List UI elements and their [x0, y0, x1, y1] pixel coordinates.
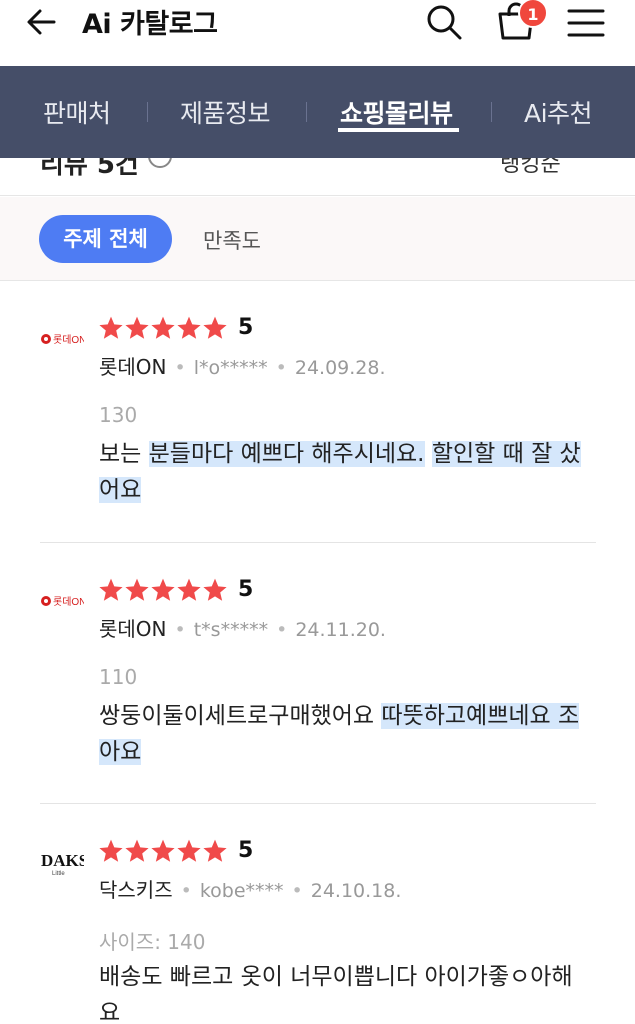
lotte-on-logo: 롯데ON [40, 589, 86, 613]
rating-stars [98, 315, 228, 341]
tab-divider [147, 102, 148, 122]
topic-filter-bar: 주제 전체 만족도 [0, 197, 635, 281]
rating-score: 5 [238, 315, 254, 340]
star-icon [177, 578, 201, 601]
purchase-option: 110 [99, 665, 138, 689]
meta-separator: • [174, 619, 186, 641]
star-icon [203, 316, 227, 339]
star-icon [125, 839, 149, 862]
rating-score: 5 [238, 577, 254, 602]
meta-separator: • [276, 619, 288, 641]
star-icon [151, 316, 175, 339]
app-title: Ai 카탈로그 [82, 9, 218, 40]
review-divider [40, 803, 596, 804]
store-name: 롯데ON [99, 355, 167, 379]
meta-separator: • [291, 880, 303, 902]
review-summary-row: 리뷰 5건 랭킹순 [0, 158, 635, 196]
tab-divider [306, 102, 307, 122]
sort-selector[interactable]: 랭킹순 [500, 158, 561, 178]
hamburger-menu-icon[interactable] [566, 6, 606, 40]
filter-chip-all-topics[interactable]: 주제 전체 [39, 215, 172, 263]
review-text: 배송도 빠르고 옷이 너무이쁩니다 아이가좋ㅇ아해요 [99, 959, 589, 1024]
star-icon [177, 839, 201, 862]
review-meta: 닥스키즈 • kobe**** • 24.10.18. [99, 874, 401, 903]
lotte-on-logo: 롯데ON [40, 327, 86, 351]
star-icon [99, 316, 123, 339]
purchase-option: 130 [99, 403, 138, 427]
star-icon [177, 316, 201, 339]
review-date: 24.11.20. [295, 619, 386, 641]
highlighted-phrase: 분들마다 예쁘다 해주시네요. [148, 441, 425, 467]
review-meta: 롯데ON • l*o***** • 24.09.28. [99, 351, 386, 380]
meta-separator: • [275, 357, 287, 379]
review-divider [40, 542, 596, 543]
review-date: 24.10.18. [310, 880, 402, 902]
store-name: 롯데ON [99, 617, 167, 641]
star-icon [99, 578, 123, 601]
rating-stars [98, 838, 228, 864]
search-icon[interactable] [424, 2, 464, 42]
star-icon [151, 578, 175, 601]
rating-score: 5 [238, 838, 254, 863]
svg-text:Little: Little [52, 871, 65, 877]
tab-product-info[interactable]: 제품정보 [180, 94, 271, 130]
reviewer-id: t*s***** [193, 619, 269, 641]
info-icon[interactable] [148, 158, 172, 168]
star-icon [203, 839, 227, 862]
star-icon [151, 839, 175, 862]
review-text-segment: 보는 [99, 441, 149, 467]
top-bar: Ai 카탈로그 1 [0, 0, 635, 66]
review-count: 리뷰 5건 [40, 158, 139, 180]
review-date: 24.09.28. [294, 357, 386, 379]
tab-sellers[interactable]: 판매처 [43, 94, 111, 130]
section-tab-bar: 판매처 제품정보 쇼핑몰리뷰 Ai추천 [0, 66, 635, 158]
svg-text:DAKS: DAKS [41, 851, 84, 870]
tab-mall-reviews[interactable]: 쇼핑몰리뷰 [340, 94, 453, 130]
purchase-option: 사이즈: 140 [99, 930, 206, 954]
cart-count-badge: 1 [518, 0, 548, 28]
filter-chip-satisfaction[interactable]: 만족도 [203, 225, 261, 255]
daks-little-logo: DAKS Little [40, 846, 88, 878]
review-text-segment: 배송도 빠르고 옷이 너무이쁩니다 아이가좋ㅇ아해요 [99, 964, 573, 1024]
star-icon [125, 316, 149, 339]
reviewer-id: kobe**** [199, 880, 284, 902]
rating-stars [98, 577, 228, 603]
review-text: 쌍둥이둘이세트로구매했어요 따뜻하고예쁘네요 조아요 [99, 698, 589, 770]
review-text-segment [425, 441, 432, 467]
review-text-segment: 쌍둥이둘이세트로구매했어요 [99, 703, 382, 729]
store-name: 닥스키즈 [99, 878, 173, 902]
review-meta: 롯데ON • t*s***** • 24.11.20. [99, 613, 386, 642]
meta-separator: • [180, 880, 192, 902]
star-icon [99, 839, 123, 862]
reviewer-id: l*o***** [193, 357, 268, 379]
review-text: 보는 분들마다 예쁘다 해주시네요. 할인할 때 잘 샀어요 [99, 436, 589, 508]
meta-separator: • [174, 357, 186, 379]
back-arrow-icon[interactable] [24, 4, 60, 40]
svg-text:롯데ON: 롯데ON [53, 596, 84, 608]
star-icon [125, 578, 149, 601]
tab-ai-recommend[interactable]: Ai추천 [524, 94, 593, 130]
tab-divider [491, 102, 492, 122]
svg-text:롯데ON: 롯데ON [53, 334, 84, 346]
star-icon [203, 578, 227, 601]
active-tab-indicator [338, 128, 459, 132]
